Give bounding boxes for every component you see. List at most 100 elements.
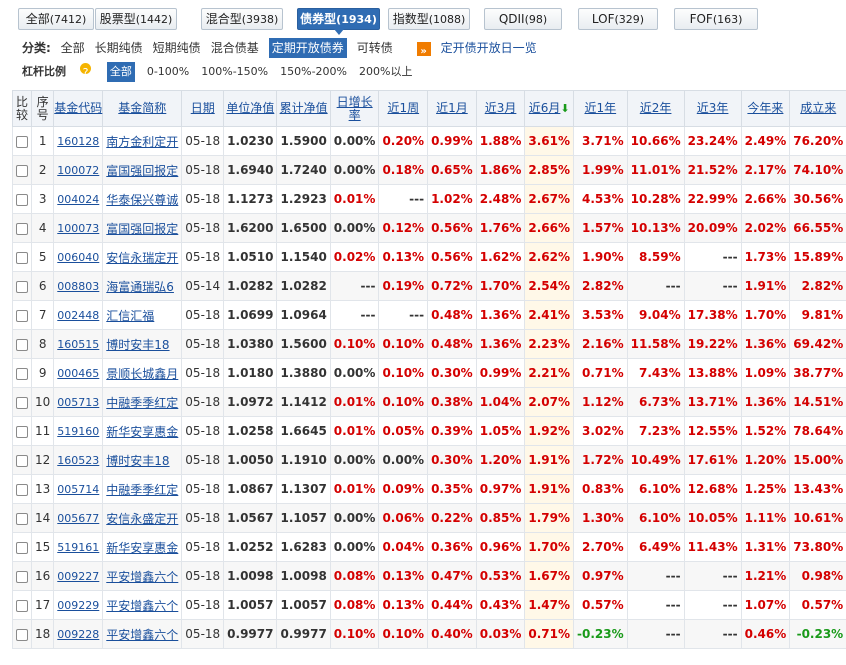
column-header[interactable]: 近1年 [573, 90, 628, 127]
column-header[interactable]: 近1月 [427, 90, 477, 127]
nav-value: 1.0567 [223, 503, 278, 533]
fund-name-link[interactable]: 安信永瑞定开 [102, 242, 183, 272]
compare-checkbox[interactable] [12, 503, 32, 533]
fund-code-link[interactable]: 519161 [53, 532, 104, 562]
fund-code-link[interactable]: 008803 [53, 271, 104, 301]
fund-code-link[interactable]: 004024 [53, 184, 104, 214]
column-header[interactable]: 近1周 [378, 90, 429, 127]
leverage-item[interactable]: 200%以上 [359, 62, 412, 82]
leverage-item[interactable]: 150%-200% [280, 62, 347, 82]
fund-code-link[interactable]: 000465 [53, 358, 104, 388]
fund-code-link[interactable]: 006040 [53, 242, 104, 272]
return-cell: 0.44% [427, 590, 477, 620]
column-header[interactable]: 日期 [181, 90, 225, 127]
compare-checkbox[interactable] [12, 416, 32, 446]
compare-checkbox[interactable] [12, 590, 32, 620]
column-header[interactable]: 近3年 [683, 90, 742, 127]
fund-code-link[interactable]: 160515 [53, 329, 104, 359]
compare-checkbox[interactable] [12, 561, 32, 591]
category-item[interactable]: 全部 [61, 38, 85, 58]
compare-checkbox[interactable] [12, 242, 32, 272]
column-header[interactable]: 单位净值 [223, 90, 278, 127]
fund-code-link[interactable]: 009227 [53, 561, 104, 591]
compare-checkbox[interactable] [12, 271, 32, 301]
fund-name-link[interactable]: 南方金利定开 [102, 126, 183, 156]
tab-count: (329) [614, 13, 645, 26]
table-row: 12 160523 博时安丰18 05-18 1.0050 1.1910 0.00% 0.00… [12, 445, 846, 475]
fund-name-link[interactable]: 中融季季红定 [102, 387, 183, 417]
compare-checkbox[interactable] [12, 532, 32, 562]
fund-name-link[interactable]: 中融季季红定 [102, 474, 183, 504]
fund-name-link[interactable]: 富国强回报定 [102, 213, 183, 243]
column-header[interactable]: 累计净值 [276, 90, 331, 127]
compare-checkbox[interactable] [12, 155, 32, 185]
fund-code-link[interactable]: 100073 [53, 213, 104, 243]
fund-name-link[interactable]: 平安增鑫六个 [102, 619, 183, 649]
fund-name-link[interactable]: 博时安丰18 [102, 445, 183, 475]
tab-2[interactable]: 混合型(3938) [201, 8, 283, 30]
fund-code-link[interactable]: 160128 [53, 126, 104, 156]
column-header[interactable]: 近2年 [626, 90, 685, 127]
category-item[interactable]: 混合债基 [211, 38, 259, 58]
return-cell: 2.66% [740, 184, 791, 214]
fund-name-link[interactable]: 汇信汇福 [102, 300, 183, 330]
fund-code-link[interactable]: 160523 [53, 445, 104, 475]
fund-name-link[interactable]: 华泰保兴尊诚 [102, 184, 183, 214]
category-item[interactable]: 长期纯债 [95, 38, 143, 58]
fund-code-link[interactable]: 002448 [53, 300, 104, 330]
column-header[interactable]: 基金简称 [102, 90, 183, 127]
fund-name-link[interactable]: 平安增鑫六个 [102, 561, 183, 591]
tab-4[interactable]: 指数型(1088) [388, 8, 470, 30]
tab-0[interactable]: 全部(7412) [18, 8, 94, 30]
fund-code-link[interactable]: 519160 [53, 416, 104, 446]
fund-name-link[interactable]: 安信永盛定开 [102, 503, 183, 533]
fund-name-link[interactable]: 海富通瑞弘6 [102, 271, 183, 301]
fund-code-link[interactable]: 005677 [53, 503, 104, 533]
fund-code-link[interactable]: 009229 [53, 590, 104, 620]
leverage-item[interactable]: 全部 [106, 62, 135, 82]
tab-7[interactable]: FOF(163) [674, 8, 758, 30]
category-item[interactable]: 定期开放债券 [268, 38, 347, 58]
compare-checkbox[interactable] [12, 474, 32, 504]
category-item[interactable]: 短期纯债 [153, 38, 201, 58]
tab-3[interactable]: 债券型(1934) [297, 8, 380, 35]
return-cell: 0.39% [427, 416, 477, 446]
compare-checkbox[interactable] [12, 358, 32, 388]
compare-checkbox[interactable] [12, 184, 32, 214]
leverage-item[interactable]: 0-100% [147, 62, 189, 82]
tab-5[interactable]: QDII(98) [484, 8, 562, 30]
fund-name-link[interactable]: 新华安享惠金 [102, 532, 183, 562]
fund-name-link[interactable]: 新华安享惠金 [102, 416, 183, 446]
compare-checkbox[interactable] [12, 213, 32, 243]
compare-checkbox[interactable] [12, 619, 32, 649]
column-header[interactable]: 今年来 [740, 90, 791, 127]
category-item[interactable]: 可转债 [357, 38, 393, 58]
leverage-item[interactable]: 100%-150% [201, 62, 268, 82]
return-cell: 15.00% [789, 445, 846, 475]
open-day-link[interactable]: » 定开债开放日一览 [416, 38, 547, 58]
fund-code-link[interactable]: 009228 [53, 619, 104, 649]
compare-checkbox[interactable] [12, 329, 32, 359]
fund-name-link[interactable]: 平安增鑫六个 [102, 590, 183, 620]
info-icon[interactable]: ? [80, 63, 91, 79]
fund-name-link[interactable]: 富国强回报定 [102, 155, 183, 185]
tab-1[interactable]: 股票型(1442) [95, 8, 177, 30]
fund-code-link[interactable]: 005713 [53, 387, 104, 417]
compare-checkbox[interactable] [12, 126, 32, 156]
column-header[interactable]: 日增长率 [329, 90, 380, 127]
fund-name-link[interactable]: 景顺长城鑫月 [102, 358, 183, 388]
fund-code-link[interactable]: 100072 [53, 155, 104, 185]
column-header[interactable]: 近3月 [475, 90, 526, 127]
table-row: 18 009228 平安增鑫六个 05-18 0.9977 0.9977 0.10% 0.10… [12, 619, 846, 649]
tab-6[interactable]: LOF(329) [578, 8, 658, 30]
column-header[interactable]: 成立来 [789, 90, 846, 127]
column-header[interactable]: 基金代码 [53, 90, 104, 127]
fund-code-link[interactable]: 005714 [53, 474, 104, 504]
compare-checkbox[interactable] [12, 300, 32, 330]
compare-checkbox[interactable] [12, 387, 32, 417]
fund-name-link[interactable]: 博时安丰18 [102, 329, 183, 359]
return-cell: 0.00% [329, 126, 380, 156]
compare-checkbox[interactable] [12, 445, 32, 475]
column-header[interactable]: 近6月⬇ [524, 90, 574, 127]
return-cell: 74.10% [789, 155, 846, 185]
